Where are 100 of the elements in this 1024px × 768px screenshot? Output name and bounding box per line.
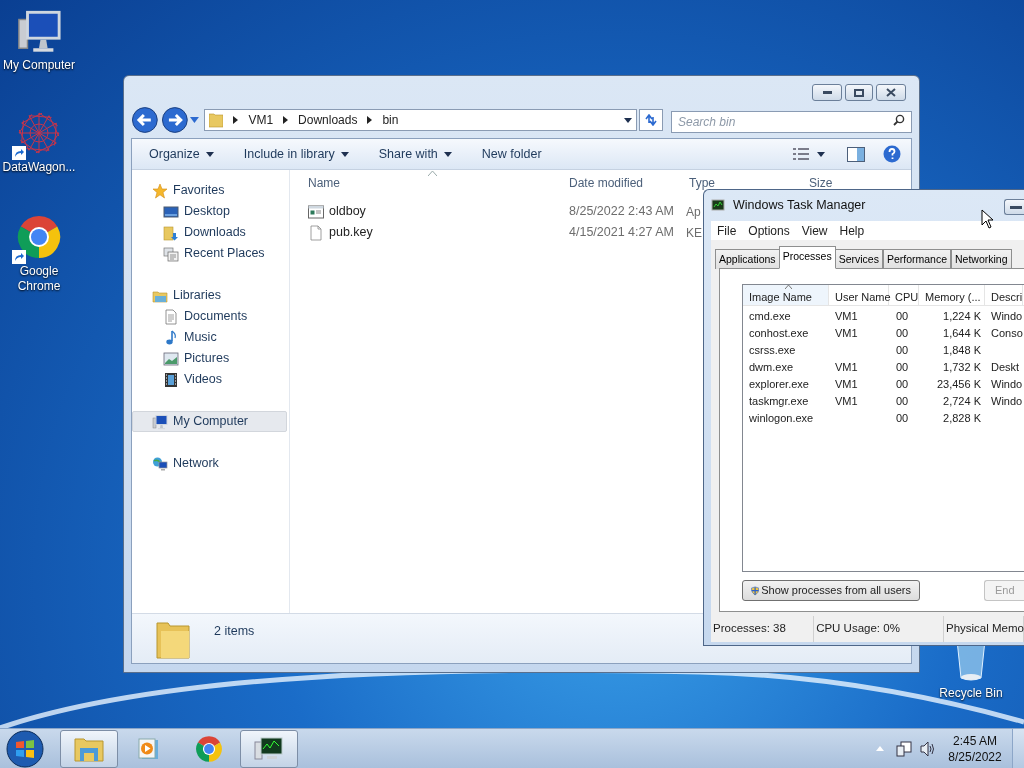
shortcut-arrow-icon [12,250,26,264]
star-icon [152,182,168,199]
toolbar-button[interactable]: Organize [149,144,214,164]
column-header[interactable]: User Name [829,285,889,305]
file-name[interactable]: pub.key [329,223,373,242]
toolbar-button[interactable]: Include in library [243,144,349,164]
close-button[interactable] [876,84,906,101]
file-type: KE [686,224,702,242]
show-all-users-button[interactable]: Show processes from all users [742,580,920,601]
menu-item[interactable]: View [801,221,828,240]
nav-item[interactable]: Desktop [132,201,287,222]
table-cell: 00 [896,361,909,374]
menu-item[interactable]: Options [748,221,790,240]
file-date: 4/15/2021 4:27 AM [569,224,675,242]
dropdown-caret-icon [340,151,349,157]
table-cell: Windo [991,395,1023,408]
column-header[interactable]: Date modified [569,176,644,190]
column-header[interactable]: Size [809,176,833,190]
desktop-icon [163,203,179,220]
nav-item[interactable]: Network [132,453,287,474]
nav-item[interactable]: Recent Places [132,243,287,264]
back-button[interactable] [131,106,159,134]
breadcrumb-item[interactable]: VM1 [248,111,274,129]
network-icon [152,455,168,472]
toolbar-button[interactable]: New folder [481,144,542,164]
status-text: CPU Usage: 0% [814,616,944,642]
desktop-icon-label[interactable]: My Computer [0,58,78,73]
table-cell: explorer.exe [749,378,809,391]
forward-button[interactable] [160,106,189,134]
minimize-button[interactable] [1004,199,1024,215]
pictures-icon [163,350,179,367]
volume-icon[interactable] [920,740,936,757]
file-icon [308,224,324,241]
tab[interactable]: Applications [715,249,780,269]
desktop-icon-label[interactable]: Google Chrome [0,264,78,294]
breadcrumb-item[interactable]: bin [382,111,399,129]
nav-item[interactable]: Downloads [132,222,287,243]
table-cell: Conso [991,327,1023,340]
nav-item[interactable]: Libraries [132,285,287,306]
nav-item[interactable]: Pictures [132,348,287,369]
breadcrumb-arrow-icon [367,116,373,124]
nav-item[interactable]: Favorites [132,180,287,201]
file-type: Ap [686,203,701,221]
nav-item[interactable]: Music [132,327,287,348]
network-icon[interactable] [896,740,912,757]
breadcrumb-item[interactable]: Downloads [298,111,358,129]
table-cell: 23,456 K [936,378,981,391]
tab[interactable]: Networking [951,249,1012,269]
tab[interactable]: Processes [778,246,836,269]
toolbar-button[interactable]: Share with [378,144,452,164]
address-bar[interactable]: VM1 Downloads bin [204,109,638,131]
table-cell: 00 [896,344,909,357]
column-header[interactable]: Descri [985,285,1023,305]
table-cell: csrss.exe [749,344,796,357]
folder-icon [74,735,104,762]
desktop-icon-label[interactable]: DataWagon... [0,160,78,175]
desktop-icon-label[interactable]: Recycle Bin [932,686,1010,701]
table-cell: 00 [896,395,909,408]
music-note-icon [163,329,179,346]
item-count: 2 items [214,623,255,641]
tab[interactable]: Services [834,249,883,269]
document-icon [163,308,179,325]
maximize-button[interactable] [845,84,873,101]
dropdown-caret-icon [443,151,452,157]
table-cell: Windo [991,310,1023,323]
menu-item[interactable]: File [717,221,737,240]
status-text: Physical Memo [944,616,1024,642]
menu-item[interactable]: Help [839,221,865,240]
column-header[interactable]: Name [308,176,340,190]
start-button[interactable] [4,729,46,768]
table-cell: VM1 [835,310,858,323]
clock-time: 2:45 AM [953,732,997,749]
address-dropdown-icon [624,117,633,123]
film-strip-icon [163,371,179,388]
shortcut-arrow-icon [12,146,26,160]
history-caret-icon[interactable] [190,117,200,123]
column-header[interactable]: Memory (... [919,285,985,305]
file-name[interactable]: oldboy [329,202,366,221]
minimize-button[interactable] [812,84,842,101]
search-field[interactable]: Search bin [671,111,912,133]
table-cell: 1,644 K [943,327,981,340]
column-header[interactable]: CPU [889,285,919,305]
refresh-button[interactable] [639,109,663,131]
media-player-icon [137,736,161,761]
task-manager-icon [711,198,727,213]
nav-item[interactable]: My Computer [132,411,287,432]
breadcrumb-arrow-icon [283,116,289,124]
table-cell: winlogon.exe [749,412,814,425]
column-header[interactable]: Image Name [743,285,829,305]
clock[interactable]: 2:45 AM 8/25/2022 [946,732,1004,765]
network-graph-icon [16,110,62,156]
view-options-icon[interactable] [793,148,809,160]
nav-item[interactable]: Documents [132,306,287,327]
preview-pane-icon[interactable] [847,146,865,162]
column-header[interactable]: Type [689,176,715,190]
help-icon[interactable] [883,145,901,163]
nav-item[interactable]: Videos [132,369,287,390]
taskbar-button[interactable] [240,729,298,768]
search-icon [893,114,905,126]
tab[interactable]: Performance [882,249,952,269]
